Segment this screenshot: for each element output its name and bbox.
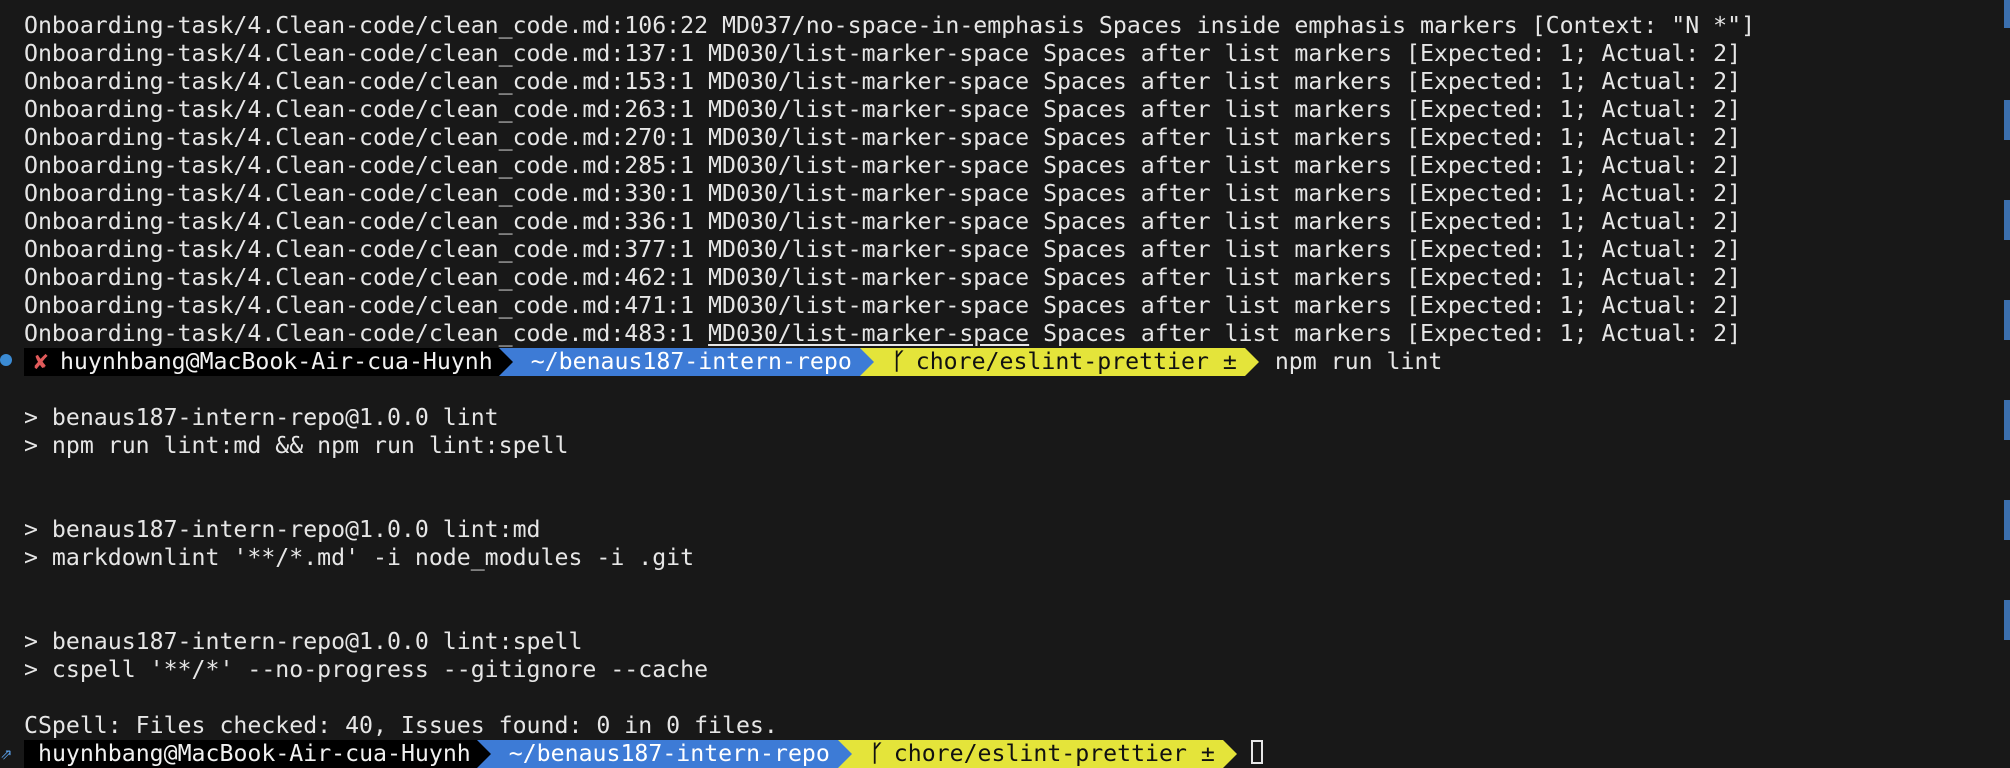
lint-error-line: Onboarding-task/4.Clean-code/clean_code.… [24, 40, 1742, 67]
segment-separator-icon [498, 348, 513, 376]
lint-error-line: Onboarding-task/4.Clean-code/clean_code.… [24, 68, 1742, 95]
error-status-icon: ✘ [34, 348, 48, 375]
lint-error-line: Onboarding-task/4.Clean-code/clean_code.… [24, 208, 1742, 235]
prompt-user: huynhbang@MacBook-Air-cua-Huynh [59, 348, 493, 375]
shell-prompt: ✘ huynhbang@MacBook-Air-cua-Huynh ~/bena… [24, 348, 1442, 376]
entered-command: npm run lint [1274, 348, 1443, 375]
script-command: > cspell '**/*' --no-progress --gitignor… [24, 656, 709, 683]
segment-separator-icon [1244, 348, 1259, 376]
lint-error-line: Onboarding-task/4.Clean-code/clean_code.… [24, 180, 1742, 207]
terminal-cursor[interactable] [1250, 740, 1263, 764]
scrollbar-markers[interactable] [2004, 0, 2010, 764]
prompt-git-segment: ᚴ chore/eslint-prettier ± [873, 348, 1245, 376]
script-command: > npm run lint:md && npm run lint:spell [24, 432, 569, 459]
script-command: > markdownlint '**/*.md' -i node_modules… [24, 544, 695, 571]
lint-error-line: Onboarding-task/4.Clean-code/clean_code.… [24, 292, 1742, 319]
lint-error-line-last: Onboarding-task/4.Clean-code/clean_code.… [24, 320, 1741, 348]
command-status-dot[interactable] [0, 354, 12, 366]
terminal-window[interactable]: Onboarding-task/4.Clean-code/clean_code.… [0, 0, 2010, 768]
prompt-directory: ~/benaus187-intern-repo [530, 348, 852, 375]
prompt-user-segment: ✘ huynhbang@MacBook-Air-cua-Huynh [24, 348, 499, 376]
lint-error-line: Onboarding-task/4.Clean-code/clean_code.… [24, 124, 1742, 151]
segment-separator-icon [859, 348, 874, 376]
lint-error-line: Onboarding-task/4.Clean-code/clean_code.… [24, 96, 1742, 123]
cspell-result: CSpell: Files checked: 40, Issues found:… [24, 712, 778, 739]
lint-error-line: Onboarding-task/4.Clean-code/clean_code.… [24, 264, 1742, 291]
lint-error-line: Onboarding-task/4.Clean-code/clean_code.… [24, 236, 1742, 263]
git-branch-icon: ᚴ [891, 348, 906, 375]
rule-link[interactable]: MD030/list-marker-space [708, 320, 1029, 347]
prompt-branch: chore/eslint-prettier ± [915, 348, 1237, 375]
lint-error-line: Onboarding-task/4.Clean-code/clean_code.… [24, 12, 1756, 39]
lint-error-line: Onboarding-task/4.Clean-code/clean_code.… [24, 152, 1742, 179]
gutter-arrow-icon: ⇗ [0, 740, 13, 764]
script-header: > benaus187-intern-repo@1.0.0 lint:spell [24, 628, 583, 655]
script-header: > benaus187-intern-repo@1.0.0 lint:md [24, 516, 541, 543]
error-location: Onboarding-task/4.Clean-code/clean_code.… [24, 320, 709, 347]
error-message: Spaces after list markers [Expected: 1; … [1029, 320, 1742, 347]
script-header: > benaus187-intern-repo@1.0.0 lint [24, 404, 499, 431]
prompt-directory-segment: ~/benaus187-intern-repo [512, 348, 860, 376]
